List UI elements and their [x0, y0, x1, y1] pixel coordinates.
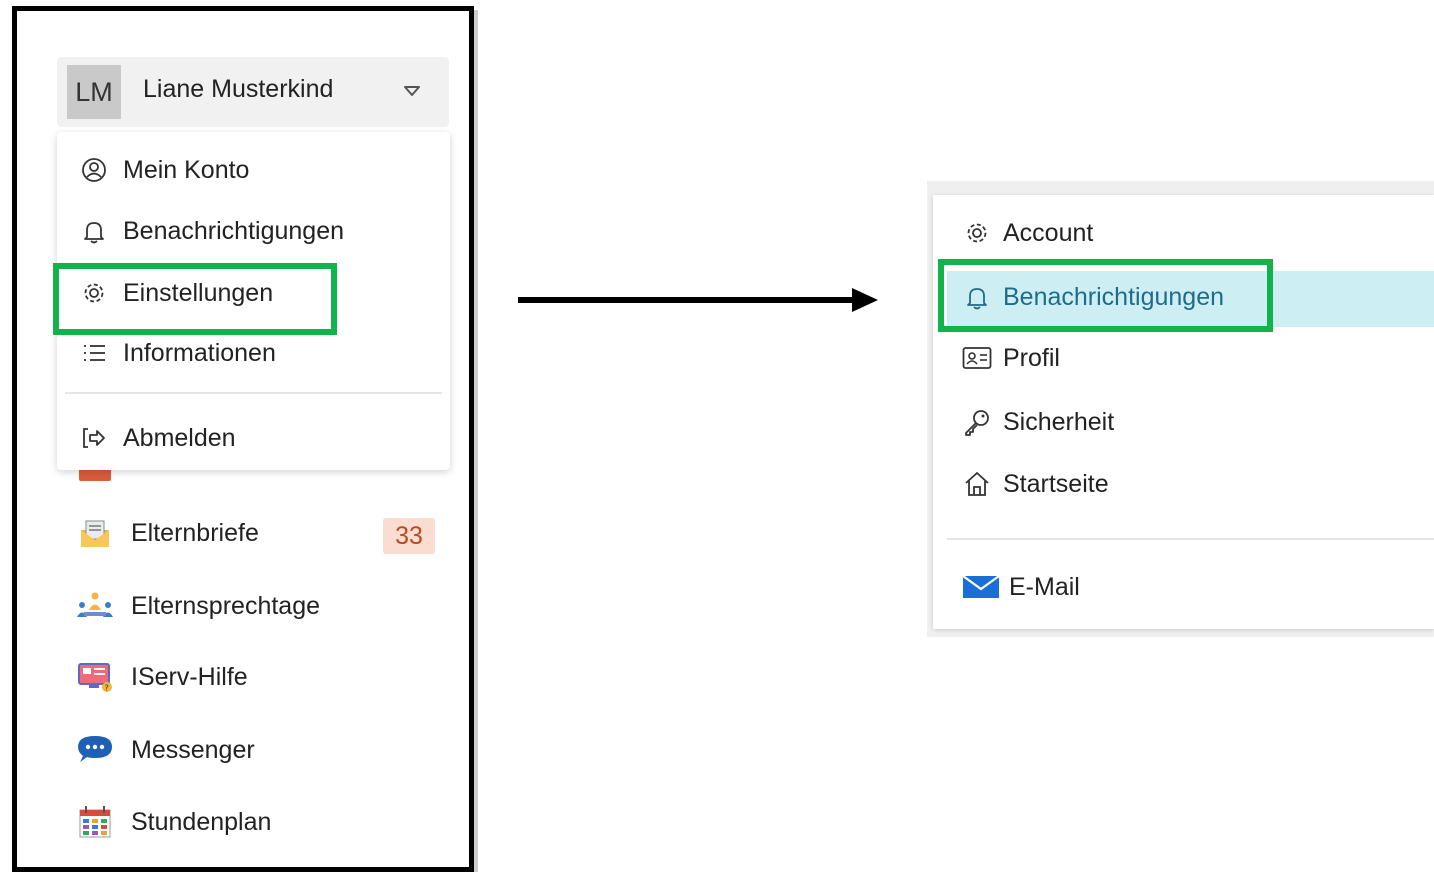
- home-icon: [961, 468, 993, 500]
- nav-item-iserv-hilfe[interactable]: ? IServ-Hilfe: [75, 654, 455, 700]
- menu-item-abmelden[interactable]: Abmelden: [79, 416, 236, 460]
- settings-screenshot: Account Benachrichtigungen Profil Sicher…: [927, 181, 1434, 637]
- menu-item-label: Benachrichtigungen: [123, 216, 344, 245]
- settings-item-startseite[interactable]: Startseite: [961, 462, 1431, 506]
- nav-item-label: IServ-Hilfe: [131, 662, 248, 691]
- menu-item-label: Informationen: [123, 338, 276, 367]
- settings-item-label: Account: [1003, 218, 1094, 247]
- id-card-icon: [961, 342, 993, 374]
- menu-item-mein-konto[interactable]: Mein Konto: [79, 148, 249, 192]
- nav-item-elternsprechtage[interactable]: Elternsprechtage: [75, 583, 455, 629]
- nav-item-messenger[interactable]: Messenger: [75, 727, 455, 773]
- settings-item-email[interactable]: E-Mail: [961, 565, 1431, 609]
- avatar: LM: [67, 65, 121, 119]
- mail-icon: [961, 571, 1001, 603]
- nav-item-stundenplan[interactable]: Stundenplan: [75, 799, 455, 845]
- settings-item-sicherheit[interactable]: Sicherheit: [961, 400, 1431, 444]
- user-menu-toggle[interactable]: LM Liane Musterkind: [57, 57, 449, 127]
- settings-item-profil[interactable]: Profil: [961, 336, 1431, 380]
- calendar-icon: [75, 802, 115, 842]
- menu-item-benachrichtigungen[interactable]: Benachrichtigungen: [79, 209, 344, 253]
- user-circle-icon: [79, 155, 109, 185]
- nav-item-label: Elternbriefe: [131, 518, 259, 547]
- avatar-initials: LM: [75, 76, 113, 107]
- highlight-box-einstellungen: [53, 263, 337, 335]
- key-icon: [961, 406, 993, 438]
- svg-text:?: ?: [105, 684, 109, 693]
- bell-icon: [79, 216, 109, 246]
- envelope-letter-icon: [75, 513, 115, 553]
- settings-divider: [947, 538, 1434, 540]
- right-arrow-icon: [518, 286, 880, 319]
- logout-icon: [79, 423, 109, 453]
- chevron-down-icon: [403, 84, 421, 102]
- unread-count-badge: 33: [383, 518, 435, 554]
- gear-icon: [961, 217, 993, 249]
- menu-divider: [65, 392, 442, 394]
- nav-item-label: Messenger: [131, 735, 255, 764]
- left-screenshot-frame: LM Liane Musterkind Mein Konto Benachric…: [12, 6, 474, 872]
- settings-item-label: E-Mail: [1009, 572, 1080, 601]
- help-screen-icon: ?: [75, 657, 115, 697]
- nav-item-label: Stundenplan: [131, 807, 272, 836]
- settings-item-label: Sicherheit: [1003, 407, 1115, 436]
- nav-item-label: Elternsprechtage: [131, 591, 321, 620]
- settings-item-label: Startseite: [1003, 469, 1109, 498]
- list-icon: [79, 338, 109, 368]
- menu-item-informationen[interactable]: Informationen: [79, 331, 276, 375]
- menu-item-label: Abmelden: [123, 423, 236, 452]
- highlight-box-benachrichtigungen: [938, 259, 1273, 332]
- user-name: Liane Musterkind: [143, 75, 334, 103]
- settings-item-label: Profil: [1003, 343, 1060, 372]
- chat-bubble-icon: [75, 730, 115, 770]
- menu-item-label: Mein Konto: [123, 155, 250, 184]
- people-meeting-icon: [75, 586, 115, 626]
- settings-item-account[interactable]: Account: [961, 211, 1431, 255]
